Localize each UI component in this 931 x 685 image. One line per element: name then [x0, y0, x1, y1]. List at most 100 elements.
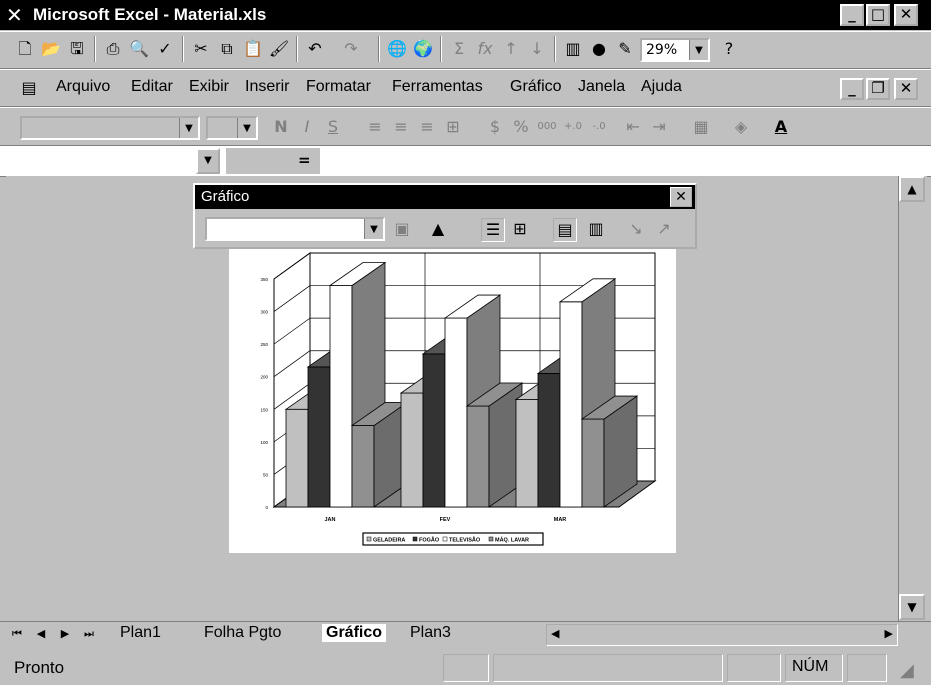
by-column-icon[interactable]: ▥ — [585, 218, 607, 240]
menu-ferramentas[interactable]: Ferramentas — [392, 78, 483, 96]
menu-arquivo[interactable]: Arquivo — [56, 78, 110, 96]
tab-plan3[interactable]: Plan3 — [410, 624, 451, 642]
format-selection-icon[interactable]: ▣ — [391, 218, 413, 240]
format-painter-icon[interactable]: 🖌 — [268, 38, 290, 60]
print-preview-icon[interactable]: 🔍 — [128, 38, 150, 60]
bar-front — [351, 425, 375, 508]
font-combo[interactable]: ▼ — [20, 116, 200, 140]
scroll-right-icon[interactable]: ▶ — [885, 627, 893, 640]
chevron-down-icon[interactable]: ▼ — [237, 118, 256, 138]
menu-janela[interactable]: Janela — [578, 78, 625, 96]
currency-icon[interactable]: $ — [484, 116, 506, 138]
close-button[interactable]: ✕ — [894, 4, 918, 26]
y-tick-label: 150 — [260, 407, 268, 412]
cut-icon[interactable]: ✂ — [190, 38, 212, 60]
function-icon[interactable]: fx — [474, 38, 496, 60]
save-icon[interactable]: 🖫 — [66, 38, 88, 60]
angle-text-down-icon[interactable]: ↘ — [625, 218, 647, 240]
maximize-button[interactable]: □ — [866, 4, 890, 26]
separator — [378, 36, 380, 62]
web-toolbar-icon[interactable]: 🌍 — [412, 38, 434, 60]
bold-icon[interactable]: N — [270, 116, 292, 138]
chevron-down-icon[interactable]: ▼ — [689, 40, 708, 60]
hyperlink-icon[interactable]: 🌐 — [386, 38, 408, 60]
by-row-icon[interactable]: ▤ — [553, 218, 577, 242]
close-icon[interactable]: ✕ — [670, 187, 692, 207]
menu-ajuda[interactable]: Ajuda — [641, 78, 682, 96]
increase-indent-icon[interactable]: ⇥ — [648, 116, 670, 138]
menu-exibir[interactable]: Exibir — [189, 78, 229, 96]
data-table-icon[interactable]: ⊞ — [509, 218, 531, 240]
fill-color-icon[interactable]: ◈ — [730, 116, 752, 138]
tab-grafico[interactable]: Gráfico — [322, 624, 387, 642]
first-sheet-icon[interactable]: ⏮ — [6, 623, 28, 645]
new-document-icon[interactable]: 🗋 — [14, 38, 36, 60]
chart-toolbar-titlebar[interactable]: Gráfico ✕ — [195, 185, 695, 209]
bar-front — [559, 301, 583, 508]
copy-icon[interactable]: ⧉ — [216, 38, 238, 60]
sheet-tabs-bar: ⏮ ◀ ▶ ⏭ Plan1 Folha Pgto Gráfico Plan3 ◀… — [0, 621, 931, 646]
zoom-combo[interactable]: 29% ▼ — [640, 38, 710, 62]
last-sheet-icon[interactable]: ⏭ — [78, 623, 100, 645]
chevron-down-icon[interactable]: ▼ — [196, 148, 220, 174]
name-box[interactable]: ▼ — [2, 148, 220, 174]
scroll-up-icon[interactable]: ▲ — [899, 176, 925, 202]
resize-grip-icon[interactable]: ◢ — [900, 660, 914, 681]
underline-icon[interactable]: S — [322, 116, 344, 138]
doc-close-button[interactable]: ✕ — [894, 78, 918, 100]
borders-icon[interactable]: ▦ — [690, 116, 712, 138]
equals-button[interactable]: = — [298, 151, 311, 169]
sort-descending-icon[interactable]: ↓ — [526, 38, 548, 60]
chart-objects-combo[interactable]: ▼ — [205, 217, 385, 241]
open-folder-icon[interactable]: 📂 — [40, 38, 62, 60]
paste-icon[interactable]: 📋 — [242, 38, 264, 60]
menu-editar[interactable]: Editar — [131, 78, 173, 96]
decrease-indent-icon[interactable]: ⇤ — [622, 116, 644, 138]
scroll-down-icon[interactable]: ▼ — [899, 594, 925, 620]
chart-wizard-icon[interactable]: ▥ — [562, 38, 584, 60]
redo-icon[interactable]: ↷ — [340, 38, 362, 60]
prev-sheet-icon[interactable]: ◀ — [30, 623, 52, 645]
doc-restore-button[interactable]: ❐ — [866, 78, 890, 100]
tab-folha-pgto[interactable]: Folha Pgto — [204, 624, 281, 642]
y-tick-label: 300 — [260, 310, 268, 315]
horizontal-scrollbar[interactable]: ◀ ▶ — [546, 624, 898, 646]
scroll-left-icon[interactable]: ◀ — [551, 627, 559, 640]
merge-center-icon[interactable]: ⊞ — [442, 116, 464, 138]
spelling-icon[interactable]: ✓ — [154, 38, 176, 60]
align-left-icon[interactable]: ≡ — [364, 116, 386, 138]
sort-ascending-icon[interactable]: ↑ — [500, 38, 522, 60]
formula-input[interactable] — [322, 148, 927, 174]
print-icon[interactable]: ⎙ — [102, 38, 124, 60]
font-size-combo[interactable]: ▼ — [206, 116, 258, 140]
thousands-icon[interactable]: 000 — [536, 116, 558, 138]
menu-inserir[interactable]: Inserir — [245, 78, 289, 96]
chevron-down-icon[interactable]: ▼ — [179, 118, 198, 138]
chart-object[interactable]: Vendas no Trimestre050100150200250300350… — [229, 249, 676, 553]
help-icon[interactable]: ? — [718, 38, 740, 60]
minimize-button[interactable]: _ — [840, 4, 864, 26]
next-sheet-icon[interactable]: ▶ — [54, 623, 76, 645]
autosum-icon[interactable]: Σ — [448, 38, 470, 60]
angle-text-up-icon[interactable]: ↗ — [653, 218, 675, 240]
chevron-down-icon[interactable]: ▼ — [364, 219, 383, 239]
document-icon[interactable]: ▤ — [18, 77, 40, 99]
vertical-scrollbar[interactable]: ▲ ▼ — [898, 176, 927, 621]
drawing-icon[interactable]: ✎ — [614, 38, 636, 60]
legend-swatch — [488, 536, 494, 542]
decrease-decimal-icon[interactable]: -.0 — [588, 116, 610, 138]
map-icon[interactable]: ● — [588, 38, 610, 60]
font-color-icon[interactable]: A — [770, 116, 792, 138]
undo-icon[interactable]: ↶ — [304, 38, 326, 60]
increase-decimal-icon[interactable]: +.0 — [562, 116, 584, 138]
chart-type-icon[interactable]: ▲ — [427, 218, 449, 240]
italic-icon[interactable]: I — [296, 116, 318, 138]
menu-formatar[interactable]: Formatar — [306, 78, 371, 96]
tab-plan1[interactable]: Plan1 — [120, 624, 161, 642]
align-right-icon[interactable]: ≡ — [416, 116, 438, 138]
doc-minimize-button[interactable]: _ — [840, 78, 864, 100]
percent-icon[interactable]: % — [510, 116, 532, 138]
menu-grafico[interactable]: Gráfico — [510, 78, 562, 96]
align-center-icon[interactable]: ≡ — [390, 116, 412, 138]
legend-icon[interactable]: ☰ — [481, 218, 505, 242]
